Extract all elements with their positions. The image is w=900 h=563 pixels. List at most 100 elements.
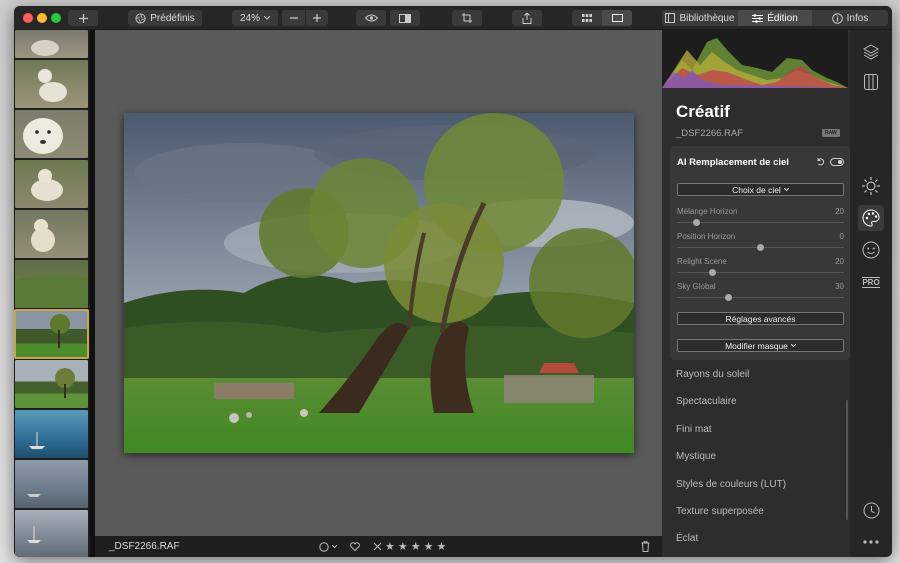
thumbnail-10[interactable]	[15, 460, 88, 508]
slider-knob[interactable]	[725, 294, 732, 301]
thumbnail-7-selected[interactable]	[14, 309, 89, 359]
slider-relight[interactable]	[677, 269, 844, 276]
presets-button[interactable]: Prédéfinis	[128, 10, 202, 26]
section-mystical[interactable]: Mystique	[676, 451, 716, 462]
slider-knob[interactable]	[709, 269, 716, 276]
thumbnail-2[interactable]	[15, 60, 88, 108]
more-button[interactable]	[861, 532, 881, 552]
dog-photo-thumbnail	[31, 219, 55, 252]
layers-button[interactable]	[861, 42, 881, 62]
add-button[interactable]	[68, 10, 98, 26]
dog-photo-thumbnail	[31, 40, 59, 56]
slider-position[interactable]	[677, 244, 844, 251]
single-view-button[interactable]	[602, 10, 632, 26]
toolbar: Prédéfinis 24% Bibliothèque Édition Info…	[14, 6, 892, 30]
panel-scrollbar[interactable]	[846, 400, 848, 520]
toggle-knob	[838, 160, 842, 164]
section-matte[interactable]: Fini mat	[676, 424, 712, 435]
star-icon[interactable]: ★	[398, 540, 408, 553]
star-icon[interactable]: ★	[411, 540, 421, 553]
panel-filename: _DSF2266.RAF	[676, 128, 744, 139]
chevron-down-icon[interactable]	[332, 545, 337, 548]
thumbnail-4[interactable]	[15, 160, 88, 208]
tree-photo-thumbnail	[55, 368, 75, 398]
zoom-label: 24%	[239, 12, 260, 24]
mode-tabs: Bibliothèque Édition Infos	[662, 10, 888, 26]
view-mode-switch	[572, 10, 632, 26]
sky-choice-dropdown[interactable]: Choix de ciel	[677, 183, 844, 196]
share-icon	[522, 12, 532, 24]
tab-edit-label: Édition	[767, 12, 798, 24]
zoom-out-button[interactable]	[282, 10, 305, 26]
portrait-button[interactable]	[861, 240, 881, 260]
star-icon[interactable]: ★	[437, 540, 447, 553]
thumbnail-3[interactable]	[15, 110, 88, 158]
crop-icon	[462, 13, 472, 23]
grid-view-button[interactable]	[572, 10, 602, 26]
essentials-button[interactable]	[861, 176, 881, 196]
trash-icon[interactable]	[641, 541, 650, 552]
creative-button[interactable]	[858, 205, 884, 231]
tab-info[interactable]: Infos	[812, 10, 888, 26]
thumbnail-6[interactable]	[15, 260, 88, 308]
minus-icon	[289, 17, 298, 19]
zoom-dropdown[interactable]: 24%	[232, 10, 278, 26]
chevron-down-icon	[783, 188, 789, 191]
reset-icon[interactable]	[816, 157, 825, 166]
close-window-button[interactable]	[23, 13, 33, 23]
section-glow[interactable]: Éclat	[676, 533, 698, 544]
tab-library[interactable]: Bibliothèque	[662, 10, 738, 26]
face-icon	[862, 241, 880, 259]
slider-label-melange: Mélange Horizon	[677, 207, 738, 216]
section-texture-overlay[interactable]: Texture superposée	[676, 506, 764, 517]
color-label-icon[interactable]	[319, 541, 329, 552]
share-button[interactable]	[512, 10, 542, 26]
slider-value-relight: 20	[835, 257, 844, 266]
thumbnail-1[interactable]	[15, 30, 88, 58]
minimize-window-button[interactable]	[37, 13, 47, 23]
reject-icon[interactable]	[373, 542, 382, 551]
edit-mask-button[interactable]: Modifier masque	[677, 339, 844, 352]
current-filename: _DSF2266.RAF	[109, 541, 180, 552]
advanced-settings-label: Réglages avancés	[725, 313, 796, 324]
info-icon	[831, 12, 843, 24]
dog-photo-thumbnail	[23, 118, 63, 154]
compare-button[interactable]	[390, 10, 420, 26]
sliders-icon	[752, 13, 764, 23]
advanced-settings-button[interactable]: Réglages avancés	[677, 312, 844, 325]
single-image-icon	[611, 14, 623, 22]
preview-toggle-button[interactable]	[356, 10, 386, 26]
tab-edit[interactable]: Édition	[738, 10, 812, 26]
thumbnail-8[interactable]	[15, 360, 88, 408]
crop-button[interactable]	[452, 10, 482, 26]
thumbnail-5[interactable]	[15, 210, 88, 258]
slider-melange[interactable]	[677, 219, 844, 226]
thumbnail-9[interactable]	[15, 410, 88, 458]
section-lut[interactable]: Styles de couleurs (LUT)	[676, 479, 786, 490]
section-dramatic[interactable]: Spectaculaire	[676, 396, 737, 407]
canvas-icon	[864, 74, 878, 90]
slider-knob[interactable]	[757, 244, 764, 251]
heart-icon[interactable]	[350, 542, 360, 551]
slider-knob[interactable]	[693, 219, 700, 226]
star-icon[interactable]: ★	[424, 540, 434, 553]
zoom-in-button[interactable]	[305, 10, 328, 26]
zoom-window-button[interactable]	[51, 13, 61, 23]
star-icon[interactable]: ★	[385, 540, 395, 553]
image-canvas[interactable]	[95, 30, 662, 536]
section-sun-rays[interactable]: Rayons du soleil	[676, 369, 749, 380]
zoom-stepper	[282, 10, 328, 26]
history-button[interactable]	[861, 500, 881, 520]
thumbnail-11[interactable]	[15, 510, 88, 557]
slider-sky-global[interactable]	[677, 294, 844, 301]
aperture-icon	[135, 12, 146, 24]
tool-category-rail: PRO	[850, 30, 892, 557]
pro-button[interactable]: PRO	[861, 272, 881, 292]
clock-icon	[863, 502, 879, 518]
boat-photo-thumbnail	[27, 526, 41, 543]
canvas-tools-button[interactable]	[861, 72, 881, 92]
tool-toggle[interactable]	[830, 158, 844, 166]
boat-photo-thumbnail	[29, 432, 45, 449]
boat-photo-thumbnail	[27, 494, 41, 497]
ellipsis-icon	[863, 540, 879, 544]
